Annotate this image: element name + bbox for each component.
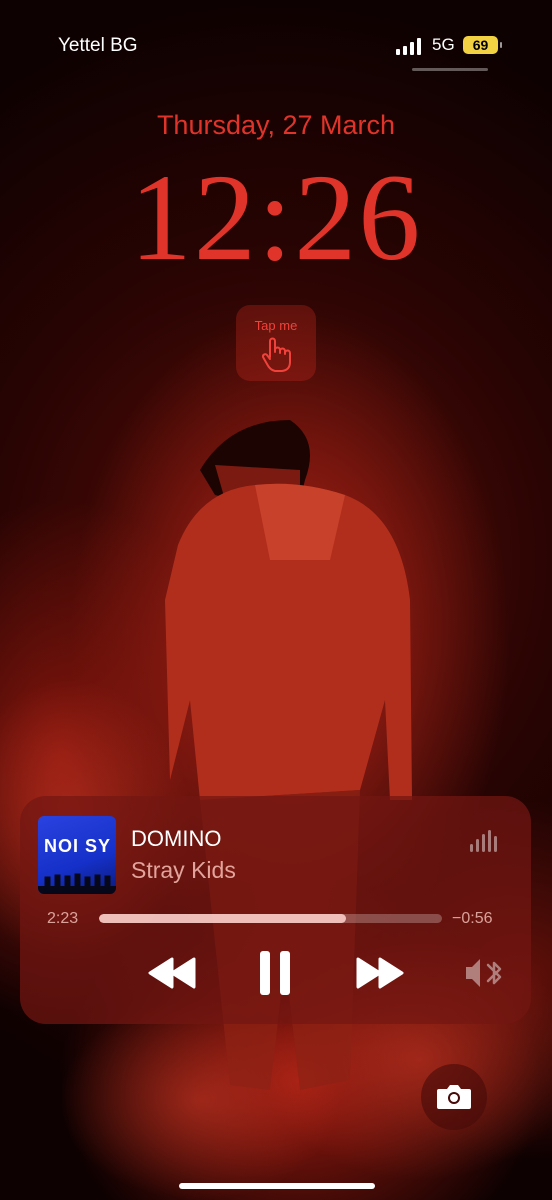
rewind-icon[interactable] [146, 951, 198, 995]
battery-icon: 69 [463, 36, 498, 54]
progress-bar[interactable] [99, 914, 442, 923]
status-bar: Yettel BG 5G 69 [0, 0, 552, 90]
tap-me-widget[interactable]: Tap me [236, 305, 316, 381]
pointing-hand-icon [261, 337, 291, 372]
audio-waveform-icon[interactable] [470, 830, 500, 852]
album-art[interactable]: NOI SY [38, 816, 116, 894]
lock-date: Thursday, 27 March [156, 110, 396, 140]
widget-label: Tap me [254, 318, 298, 333]
home-indicator[interactable] [179, 1183, 375, 1189]
control-center-indicator[interactable] [412, 68, 488, 71]
song-title: DOMINO [131, 826, 222, 851]
remaining-time: −0:56 [452, 910, 493, 927]
carrier-name: Yettel BG [58, 35, 138, 56]
album-art-title: NOI SY [44, 836, 112, 856]
cellular-signal-icon [396, 37, 422, 55]
fast-forward-icon[interactable] [354, 951, 406, 995]
lock-screen: Yettel BG 5G 69 Thursday, 27 March 12:26… [0, 0, 552, 1200]
battery-tip [500, 42, 502, 48]
song-artist: Stray Kids [131, 857, 236, 883]
network-type: 5G [432, 35, 455, 54]
now-playing-widget[interactable]: NOI SY DOMINO Stray Kids 2:23 −0:56 [20, 796, 531, 1024]
camera-button[interactable] [421, 1064, 487, 1130]
pause-icon[interactable] [256, 951, 296, 995]
bluetooth-audio-icon[interactable] [464, 951, 504, 995]
lock-time: 12:26 [129, 149, 423, 286]
elapsed-time: 2:23 [47, 910, 79, 927]
camera-icon [437, 1085, 471, 1109]
progress-fill [99, 914, 346, 923]
album-art-silhouettes [38, 873, 116, 894]
